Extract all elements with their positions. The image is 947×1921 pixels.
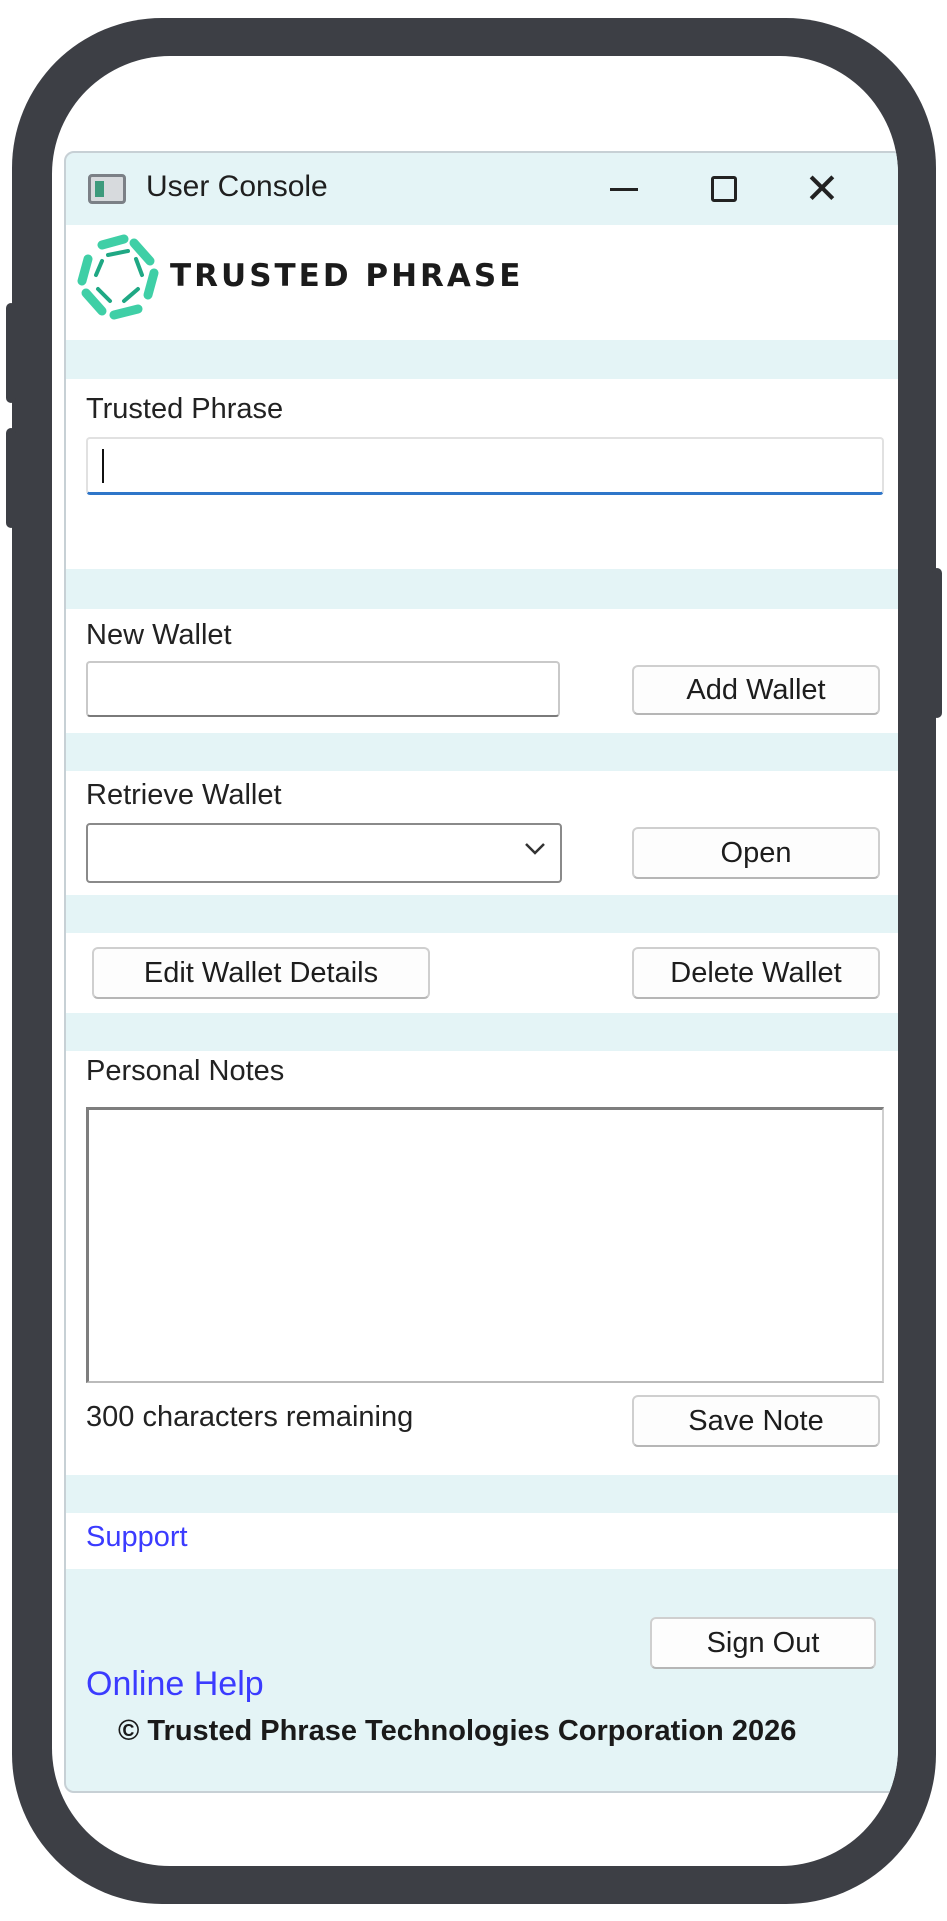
online-help-link[interactable]: Online Help (86, 1665, 264, 1704)
wallet-actions-section: Edit Wallet Details Delete Wallet (66, 933, 898, 1013)
retrieve-wallet-label: Retrieve Wallet (86, 779, 282, 811)
maximize-icon (711, 176, 737, 202)
open-wallet-button[interactable]: Open (632, 827, 880, 879)
delete-wallet-button[interactable]: Delete Wallet (632, 947, 880, 999)
trusted-phrase-label: Trusted Phrase (86, 393, 284, 425)
minimize-button[interactable] (584, 157, 664, 221)
characters-remaining-text: 300 characters remaining (86, 1401, 414, 1433)
trusted-phrase-input[interactable] (86, 437, 884, 495)
support-link[interactable]: Support (86, 1521, 188, 1554)
title-bar[interactable]: User Console ✕ (66, 153, 898, 225)
brand-wordmark: TRUSTED PHRASE (170, 258, 524, 294)
app-window-icon (88, 174, 126, 204)
new-wallet-section: New Wallet Add Wallet (66, 609, 898, 733)
copyright-text: © Trusted Phrase Technologies Corporatio… (118, 1715, 797, 1747)
personal-notes-label: Personal Notes (86, 1055, 285, 1087)
retrieve-wallet-section: Retrieve Wallet Open (66, 771, 898, 895)
phone-side-button-right (932, 568, 942, 718)
sign-out-button[interactable]: Sign Out (650, 1617, 876, 1669)
brand-header: TRUSTED PHRASE (66, 225, 898, 340)
trusted-phrase-logo-icon (72, 231, 164, 323)
personal-notes-textarea[interactable] (86, 1107, 884, 1383)
support-row: Support (66, 1513, 898, 1569)
save-note-button[interactable]: Save Note (632, 1395, 880, 1447)
retrieve-wallet-dropdown[interactable] (86, 823, 562, 883)
phone-frame: User Console ✕ TRUSTED PHRASE Trusted Ph… (6, 18, 942, 1904)
add-wallet-button[interactable]: Add Wallet (632, 665, 880, 715)
minimize-icon (610, 187, 638, 191)
close-button[interactable]: ✕ (782, 157, 862, 221)
user-console-window: User Console ✕ TRUSTED PHRASE Trusted Ph… (64, 151, 898, 1793)
chevron-down-icon (525, 843, 545, 855)
edit-wallet-details-button[interactable]: Edit Wallet Details (92, 947, 430, 999)
phone-screen: User Console ✕ TRUSTED PHRASE Trusted Ph… (52, 56, 898, 1866)
new-wallet-input[interactable] (86, 661, 560, 717)
new-wallet-label: New Wallet (86, 619, 232, 651)
close-icon: ✕ (804, 164, 840, 213)
personal-notes-section: Personal Notes 300 characters remaining … (66, 1051, 898, 1475)
phone-side-button-left-top (6, 303, 16, 403)
text-caret (102, 449, 104, 483)
trusted-phrase-section: Trusted Phrase (66, 379, 898, 569)
maximize-button[interactable] (684, 157, 764, 221)
phone-side-button-left-bottom (6, 428, 16, 528)
window-title: User Console (146, 170, 328, 203)
